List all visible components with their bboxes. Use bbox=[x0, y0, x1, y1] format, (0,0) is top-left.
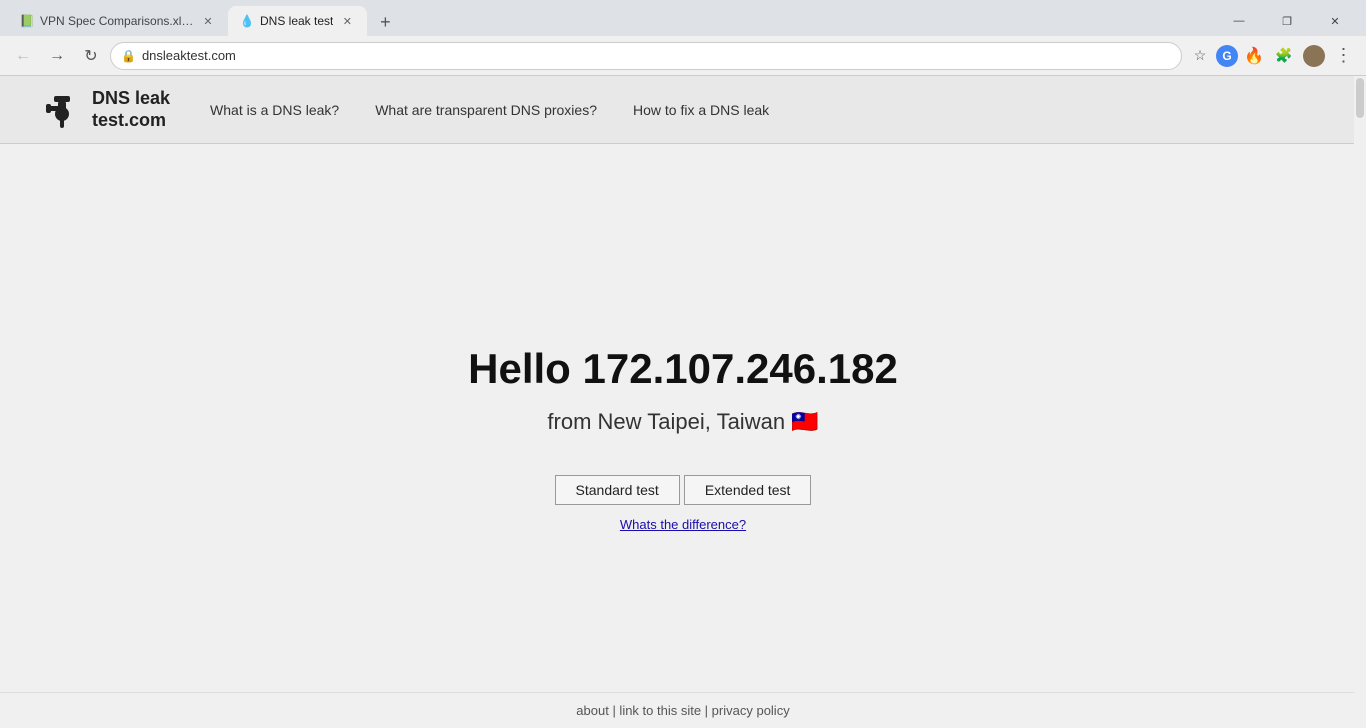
tab-spreadsheet-favicon: 📗 bbox=[20, 14, 34, 28]
logo-icon bbox=[40, 88, 84, 132]
profile-icon bbox=[1303, 45, 1325, 67]
minimize-button[interactable]: — bbox=[1216, 6, 1262, 36]
tab-dns-favicon: 💧 bbox=[240, 14, 254, 28]
reload-button[interactable]: ↻ bbox=[76, 41, 106, 71]
menu-icon: ⋮ bbox=[1335, 45, 1354, 66]
tab-dns[interactable]: 💧 DNS leak test ✕ bbox=[228, 6, 367, 36]
logo-line1: DNS leak bbox=[92, 88, 170, 108]
new-tab-button[interactable]: + bbox=[371, 8, 399, 36]
lock-icon: 🔒 bbox=[121, 49, 136, 63]
logo-line2: test.com bbox=[92, 110, 166, 130]
nav-link-transparent-proxies[interactable]: What are transparent DNS proxies? bbox=[375, 102, 597, 118]
close-button[interactable]: ✕ bbox=[1312, 6, 1358, 36]
browser-chrome: 📗 VPN Spec Comparisons.xlsx - Go ✕ 💧 DNS… bbox=[0, 0, 1366, 76]
forward-icon: → bbox=[49, 47, 65, 65]
tab-spreadsheet-title: VPN Spec Comparisons.xlsx - Go bbox=[40, 14, 194, 28]
site-footer: about | link to this site | privacy poli… bbox=[0, 692, 1366, 728]
maximize-button[interactable]: ❐ bbox=[1264, 6, 1310, 36]
extensions-button[interactable]: 🧩 bbox=[1270, 42, 1298, 70]
tabs-row: 📗 VPN Spec Comparisons.xlsx - Go ✕ 💧 DNS… bbox=[0, 0, 1366, 36]
logo-text: DNS leak test.com bbox=[92, 88, 170, 131]
menu-button[interactable]: ⋮ bbox=[1330, 42, 1358, 70]
standard-test-button[interactable]: Standard test bbox=[555, 475, 680, 505]
scrollbar-track[interactable] bbox=[1354, 76, 1366, 728]
forward-button[interactable]: → bbox=[42, 41, 72, 71]
tab-spreadsheet[interactable]: 📗 VPN Spec Comparisons.xlsx - Go ✕ bbox=[8, 6, 228, 36]
fire-extension-button[interactable]: 🔥 bbox=[1240, 42, 1268, 70]
google-extension-button[interactable]: G bbox=[1216, 45, 1238, 67]
nav-links: What is a DNS leak? What are transparent… bbox=[210, 102, 769, 118]
hello-heading: Hello 172.107.246.182 bbox=[468, 345, 898, 393]
whats-difference-link[interactable]: Whats the difference? bbox=[620, 517, 746, 532]
bookmark-icon: ☆ bbox=[1194, 47, 1207, 64]
test-buttons: Standard test Extended test bbox=[555, 475, 812, 505]
extended-test-button[interactable]: Extended test bbox=[684, 475, 812, 505]
tab-dns-title: DNS leak test bbox=[260, 14, 333, 28]
footer-text: about | link to this site | privacy poli… bbox=[576, 703, 789, 718]
scrollbar-thumb[interactable] bbox=[1356, 78, 1364, 118]
main-content: Hello 172.107.246.182 from New Taipei, T… bbox=[0, 144, 1366, 692]
site-nav: DNS leak test.com What is a DNS leak? Wh… bbox=[0, 76, 1366, 144]
toolbar: ← → ↻ 🔒 dnsleaktest.com ☆ G 🔥 🧩 ⋮ bbox=[0, 36, 1366, 76]
address-text: dnsleaktest.com bbox=[142, 48, 236, 63]
site-logo[interactable]: DNS leak test.com bbox=[40, 88, 170, 132]
tab-spreadsheet-close[interactable]: ✕ bbox=[200, 13, 216, 29]
profile-button[interactable] bbox=[1300, 42, 1328, 70]
back-button[interactable]: ← bbox=[8, 41, 38, 71]
extensions-icon: 🧩 bbox=[1275, 47, 1292, 64]
nav-link-what-is-dns[interactable]: What is a DNS leak? bbox=[210, 102, 339, 118]
bookmark-button[interactable]: ☆ bbox=[1186, 42, 1214, 70]
tab-dns-close[interactable]: ✕ bbox=[339, 13, 355, 29]
page-wrapper: DNS leak test.com What is a DNS leak? Wh… bbox=[0, 76, 1366, 728]
location-text: from New Taipei, Taiwan 🇹🇼 bbox=[547, 409, 818, 435]
window-controls: — ❐ ✕ bbox=[1216, 6, 1358, 36]
site-body: DNS leak test.com What is a DNS leak? Wh… bbox=[0, 76, 1366, 728]
toolbar-actions: ☆ G 🔥 🧩 ⋮ bbox=[1186, 42, 1358, 70]
back-icon: ← bbox=[15, 47, 31, 65]
nav-link-how-to-fix[interactable]: How to fix a DNS leak bbox=[633, 102, 769, 118]
address-bar[interactable]: 🔒 dnsleaktest.com bbox=[110, 42, 1182, 70]
reload-icon: ↻ bbox=[84, 46, 97, 66]
